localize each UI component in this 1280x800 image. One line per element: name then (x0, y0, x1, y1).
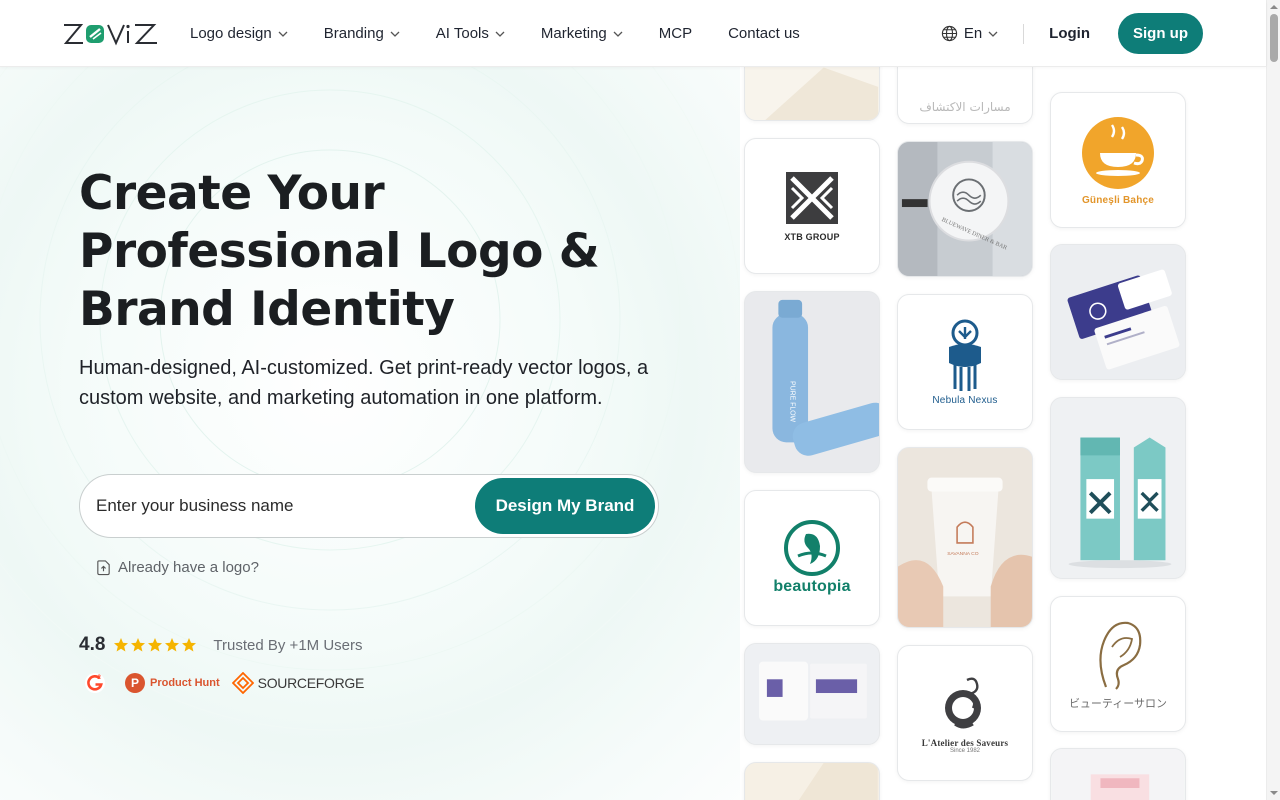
page-scrollbar[interactable] (1266, 0, 1280, 800)
coffee-bag-mockup-image (1051, 398, 1185, 578)
paper-mockup-image (746, 763, 878, 800)
rating-row: 4.8 Trusted By +1M Users (79, 634, 363, 656)
logo-card-nebula-nexus: Nebula Nexus (897, 294, 1033, 430)
pure-flow-label: PURE FLOW (788, 381, 795, 423)
nav-mcp[interactable]: MCP (659, 25, 692, 42)
product-hunt-label: Product Hunt (150, 677, 220, 689)
logo-card-arabic: مسارات الاكتشاف (897, 67, 1033, 124)
bottle-mockup-card: PURE FLOW (744, 291, 880, 473)
savanna-label: SAVANNA CO (947, 551, 979, 557)
star-icon (148, 638, 163, 652)
logo-showcase-gallery: XTB GROUP PURE FLOW beautopia مسارات الا… (740, 67, 1266, 800)
top-navigation-bar: Logo design Branding AI Tools Marketing … (0, 0, 1266, 67)
nav-label: MCP (658, 25, 693, 42)
mockup-card-bottom (744, 762, 880, 800)
star-icon (182, 638, 197, 652)
nav-label: Logo design (190, 25, 272, 42)
language-selector[interactable]: En (941, 25, 998, 42)
logo-card-gunesli-bahce: Güneşli Bahçe (1050, 92, 1186, 228)
candle-box-mockup-image (745, 644, 879, 744)
language-label: En (963, 25, 983, 42)
nav-label: AI Tools (435, 25, 489, 42)
nav-branding[interactable]: Branding (324, 25, 400, 42)
business-name-form: Design My Brand (79, 474, 659, 538)
product-hunt-badge[interactable]: P Product Hunt (125, 673, 220, 693)
water-bottle-mockup-image: PURE FLOW (745, 292, 879, 472)
chevron-down-icon (390, 31, 400, 37)
sourceforge-label: SOURCEFORGE (257, 675, 365, 691)
business-name-input[interactable] (80, 476, 470, 536)
trusted-by-text: Trusted By +1M Users (213, 636, 363, 654)
design-my-brand-button[interactable]: Design My Brand (475, 478, 655, 534)
nebula-nexus-logo-icon (949, 319, 981, 391)
paper-mockup-image (745, 67, 879, 120)
gunesli-bahce-brand-name: Güneşli Bahçe (1081, 194, 1155, 206)
star-icon (165, 638, 180, 652)
upload-file-icon (97, 560, 110, 576)
beauty-salon-brand-name: ビューティーサロン (1068, 697, 1168, 710)
mockup-card (744, 67, 880, 121)
sign-mockup-card: BLUEWAVE DINER & BAR (897, 141, 1033, 277)
nav-ai-tools[interactable]: AI Tools (436, 25, 505, 42)
bluewave-sign-mockup-image: BLUEWAVE DINER & BAR (898, 142, 1032, 276)
coffee-bag-mockup-card (1050, 397, 1186, 579)
nav-label: Branding (323, 25, 384, 42)
scrollbar-thumb[interactable] (1270, 14, 1278, 62)
mockup-card-bottom-right (1050, 748, 1186, 800)
business-card-mockup-card (1050, 244, 1186, 380)
nebula-nexus-brand-name: Nebula Nexus (932, 394, 998, 406)
logo-card-xtb: XTB GROUP (744, 138, 880, 274)
atelier-brand-name: L'Atelier des Saveurs (921, 738, 1009, 748)
review-badges: 2 P Product Hunt SOURCEFORGE (84, 672, 364, 694)
chevron-down-icon (495, 31, 505, 37)
nav-label: Marketing (540, 25, 607, 42)
nav-logo-design[interactable]: Logo design (190, 25, 288, 42)
chevron-down-icon (613, 31, 623, 37)
candle-mockup-card (744, 643, 880, 745)
logo-card-beautopia: beautopia (744, 490, 880, 626)
scroll-down-arrow-icon[interactable] (1270, 789, 1278, 797)
header-actions: En Login Sign up (941, 13, 1203, 54)
gunesli-bahce-logo-icon (1082, 116, 1154, 189)
hero-subtitle: Human-designed, AI-customized. Get print… (79, 357, 649, 409)
g2-logo-icon: 2 (85, 673, 105, 693)
coffee-cup-mockup-card: SAVANNA CO (897, 447, 1033, 628)
xtb-brand-name: XTB GROUP (784, 232, 840, 242)
scroll-up-arrow-icon[interactable] (1270, 3, 1278, 11)
rating-stars (113, 637, 197, 653)
sourceforge-badge[interactable]: SOURCEFORGE (231, 672, 365, 694)
logo-card-atelier: L'Atelier des Saveurs Since 1982 (897, 645, 1033, 781)
chevron-down-icon (278, 31, 288, 37)
chevron-down-icon (988, 31, 998, 37)
star-icon (114, 638, 129, 652)
product-hunt-icon: P (125, 673, 145, 693)
already-have-logo-link[interactable]: Already have a logo? (95, 559, 259, 576)
nav-label: Contact us (728, 25, 800, 42)
sourceforge-diamond-icon (231, 672, 254, 694)
header-divider (1023, 23, 1025, 44)
signup-button[interactable]: Sign up (1118, 13, 1203, 54)
beauty-salon-face-logo-icon (1099, 621, 1142, 690)
atelier-since-text: Since 1982 (949, 748, 981, 754)
atelier-chef-logo-icon (945, 677, 981, 729)
xtb-logo-icon (786, 172, 838, 224)
hero-title: Create Your Professional Logo & Brand Id… (79, 166, 600, 337)
zoviz-logo[interactable] (62, 21, 160, 47)
star-icon (131, 638, 146, 652)
login-link[interactable]: Login (1049, 25, 1090, 42)
logo-card-beauty-salon: ビューティーサロン (1050, 596, 1186, 732)
red-box-mockup-image (1051, 749, 1185, 800)
rating-value: 4.8 (79, 634, 106, 655)
arabic-brand-name: مسارات الاكتشاف (919, 99, 1011, 114)
beautopia-brand-name: beautopia (773, 578, 851, 595)
main-nav: Logo design Branding AI Tools Marketing … (190, 0, 836, 67)
globe-icon (941, 25, 957, 42)
nav-marketing[interactable]: Marketing (541, 25, 623, 42)
coffee-cup-mockup-image: SAVANNA CO (898, 448, 1032, 627)
have-logo-label: Already have a logo? (118, 559, 259, 576)
beautopia-logo-icon (784, 520, 840, 576)
business-card-mockup-image (1051, 245, 1185, 379)
nav-contact-us[interactable]: Contact us (728, 25, 800, 42)
zoviz-wordmark-icon (63, 24, 157, 46)
